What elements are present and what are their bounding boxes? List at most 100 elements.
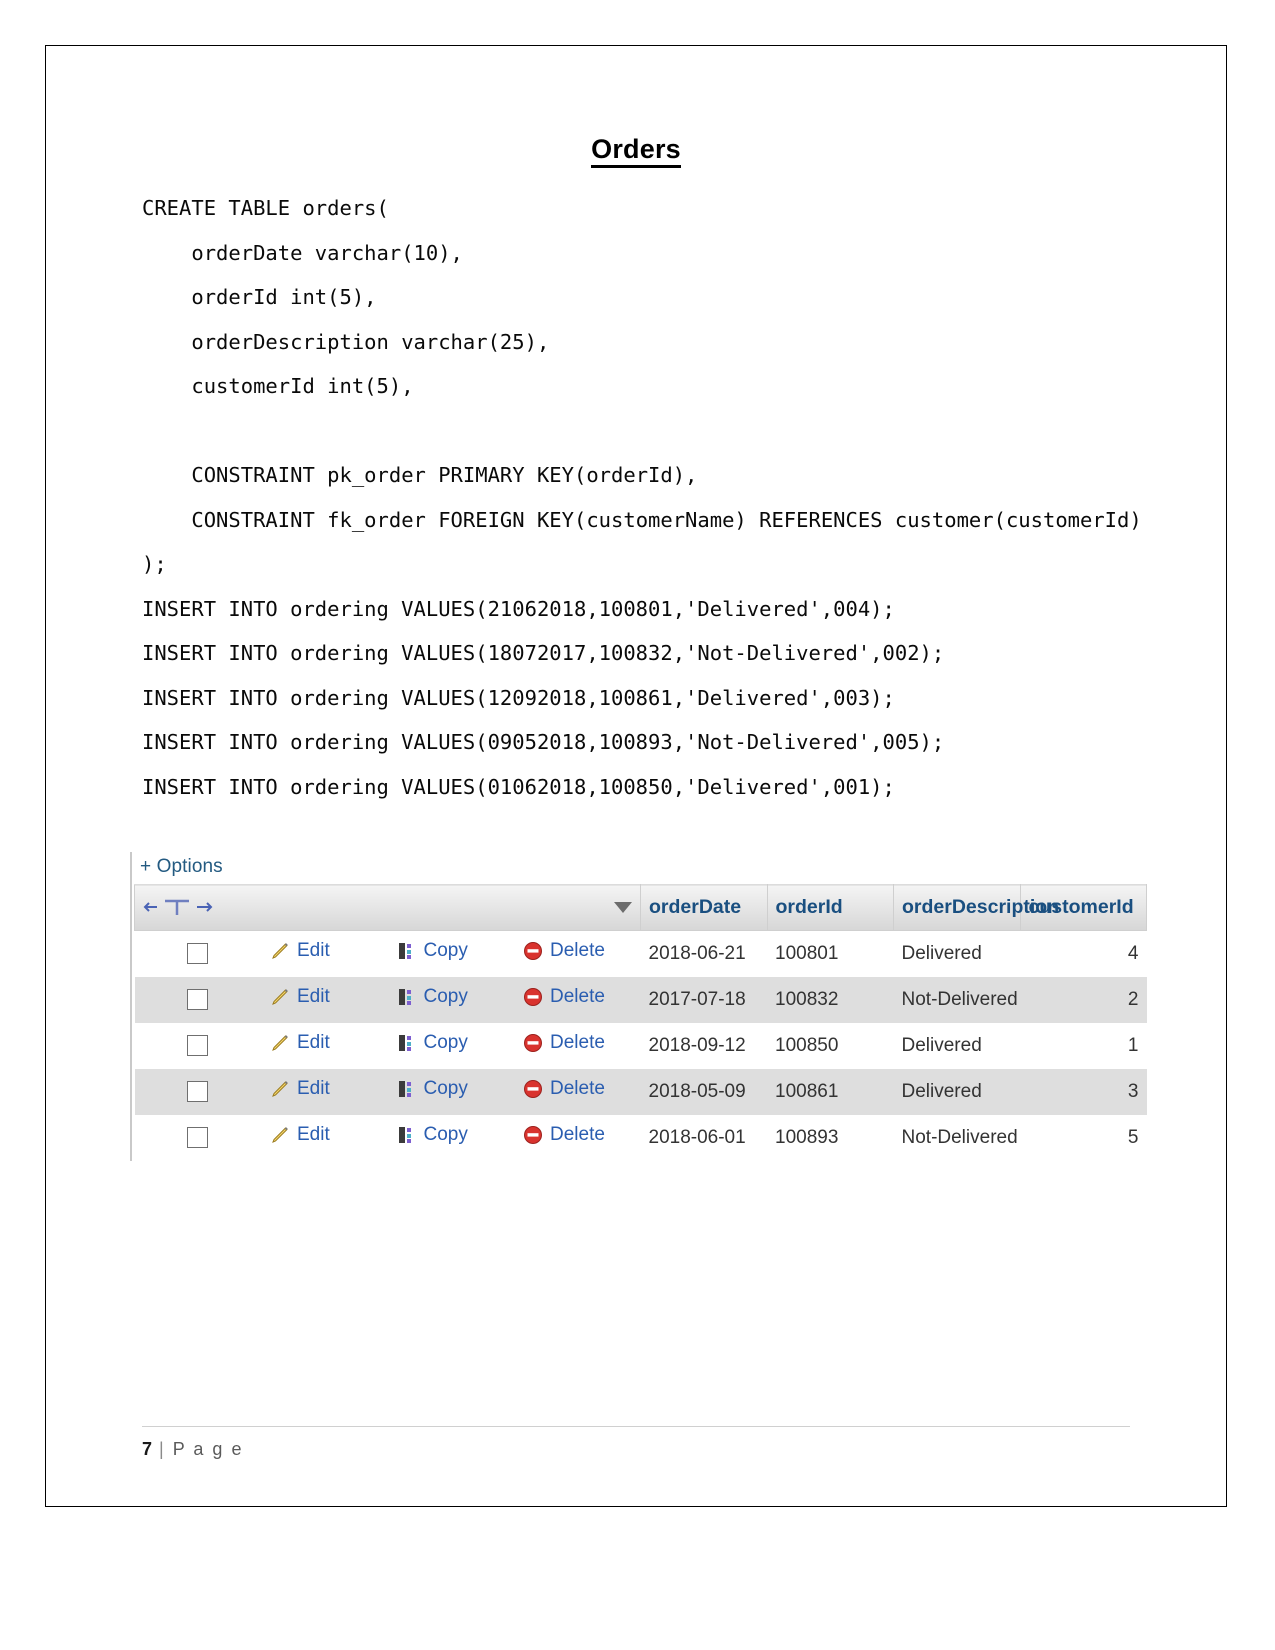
- cell-order-id: 100832: [767, 977, 894, 1023]
- copy-icon: [398, 1081, 411, 1097]
- sql-line: orderDate varchar(10),: [142, 240, 463, 265]
- edit-label: Edit: [297, 1124, 330, 1145]
- row-delete-cell[interactable]: Delete: [514, 1115, 641, 1161]
- sql-line: );: [142, 552, 167, 576]
- edit-link[interactable]: Edit: [269, 1124, 330, 1146]
- cell-order-description: Delivered: [893, 1069, 1020, 1115]
- edit-label: Edit: [297, 1032, 330, 1053]
- delete-link[interactable]: Delete: [522, 940, 605, 962]
- page-footer: 7 | P a g e: [142, 1426, 1130, 1460]
- row-edit-cell[interactable]: Edit: [261, 1115, 388, 1161]
- cell-order-id: 100861: [767, 1069, 894, 1115]
- row-copy-cell[interactable]: Copy: [387, 1069, 514, 1115]
- delete-link[interactable]: Delete: [522, 1078, 605, 1100]
- delete-label: Delete: [550, 986, 605, 1007]
- table-row[interactable]: Edit Copy Delete 2018-09-12 100850 Delivered 1: [134, 1023, 1147, 1069]
- cell-order-id: 100801: [767, 930, 894, 977]
- delete-link[interactable]: Delete: [522, 1032, 605, 1054]
- options-toggle[interactable]: + Options: [132, 852, 1143, 884]
- row-checkbox[interactable]: [187, 989, 209, 1011]
- sql-line: INSERT INTO ordering VALUES(09052018,100…: [142, 730, 945, 754]
- row-select-cell[interactable]: [134, 930, 261, 977]
- column-header-order-id[interactable]: orderId: [766, 884, 894, 931]
- edit-link[interactable]: Edit: [269, 940, 330, 962]
- row-edit-cell[interactable]: Edit: [261, 930, 388, 977]
- copy-label: Copy: [423, 1124, 468, 1145]
- pencil-icon: [272, 989, 288, 1005]
- table-row[interactable]: Edit Copy Delete 2018-06-21 100801 Delivered 4: [134, 930, 1147, 977]
- copy-link[interactable]: Copy: [396, 940, 468, 962]
- phpmyadmin-result-panel: + Options orderDate orderId orderDescrip…: [130, 852, 1147, 1161]
- cell-customer-id: 2: [1020, 977, 1147, 1023]
- row-checkbox[interactable]: [187, 1127, 209, 1149]
- row-select-cell[interactable]: [134, 1115, 261, 1161]
- cell-order-description: Not-Delivered: [893, 977, 1020, 1023]
- sql-line: orderId int(5),: [142, 285, 377, 309]
- results-header-row: orderDate orderId orderDescription custo…: [134, 884, 1147, 931]
- edit-link[interactable]: Edit: [269, 986, 330, 1008]
- pencil-icon: [272, 1081, 288, 1097]
- sql-line: INSERT INTO ordering VALUES(21062018,100…: [142, 596, 895, 621]
- delete-icon: [524, 942, 542, 960]
- sql-line: INSERT INTO ordering VALUES(18072017,100…: [142, 641, 945, 665]
- pencil-icon: [272, 943, 288, 959]
- arrow-t-arrow-icon: [143, 899, 213, 915]
- delete-icon: [524, 988, 542, 1006]
- sql-line: INSERT INTO ordering VALUES(12092018,100…: [142, 685, 895, 710]
- delete-link[interactable]: Delete: [522, 986, 605, 1008]
- row-select-cell[interactable]: [134, 1023, 261, 1069]
- row-copy-cell[interactable]: Copy: [387, 1023, 514, 1069]
- edit-label: Edit: [297, 1078, 330, 1099]
- column-header-order-description[interactable]: orderDescription: [893, 884, 1059, 931]
- footer-page-number: 7: [142, 1439, 153, 1459]
- copy-link[interactable]: Copy: [396, 1032, 468, 1054]
- copy-icon: [398, 1127, 411, 1143]
- copy-link[interactable]: Copy: [396, 1078, 468, 1100]
- table-row[interactable]: Edit Copy Delete 2018-05-09 100861 Delivered 3: [134, 1069, 1147, 1115]
- cell-order-date: 2018-06-21: [640, 930, 767, 977]
- row-delete-cell[interactable]: Delete: [514, 1023, 641, 1069]
- table-row[interactable]: Edit Copy Delete 2018-06-01 100893 Not-Delive…: [134, 1115, 1147, 1161]
- pencil-icon: [272, 1127, 288, 1143]
- cell-order-date: 2017-07-18: [640, 977, 767, 1023]
- table-row[interactable]: Edit Copy Delete 2017-07-18 100832 Not-Delive…: [134, 977, 1147, 1023]
- edit-link[interactable]: Edit: [269, 1032, 330, 1054]
- row-checkbox[interactable]: [187, 1081, 209, 1103]
- row-copy-cell[interactable]: Copy: [387, 977, 514, 1023]
- row-select-cell[interactable]: [134, 977, 261, 1023]
- column-header-customer-id[interactable]: customerId: [1019, 884, 1147, 931]
- row-delete-cell[interactable]: Delete: [514, 977, 641, 1023]
- delete-label: Delete: [550, 1032, 605, 1053]
- delete-icon: [524, 1126, 542, 1144]
- sql-line: CREATE TABLE orders(: [142, 196, 389, 220]
- cell-customer-id: 5: [1020, 1115, 1147, 1161]
- row-copy-cell[interactable]: Copy: [387, 1115, 514, 1161]
- row-checkbox[interactable]: [187, 943, 209, 965]
- header-tools-cell: [134, 884, 641, 931]
- document-page: Orders CREATE TABLE orders( orderDate va…: [45, 45, 1227, 1507]
- row-delete-cell[interactable]: Delete: [514, 1069, 641, 1115]
- sort-tools-icon[interactable]: [143, 897, 215, 917]
- edit-link[interactable]: Edit: [269, 1078, 330, 1100]
- row-edit-cell[interactable]: Edit: [261, 1069, 388, 1115]
- page-title-text: Orders: [591, 134, 681, 168]
- copy-icon: [398, 943, 411, 959]
- row-copy-cell[interactable]: Copy: [387, 930, 514, 977]
- pencil-icon: [272, 1035, 288, 1051]
- delete-label: Delete: [550, 1124, 605, 1145]
- delete-link[interactable]: Delete: [522, 1124, 605, 1146]
- footer-separator: |: [159, 1439, 166, 1459]
- copy-link[interactable]: Copy: [396, 986, 468, 1008]
- copy-link[interactable]: Copy: [396, 1124, 468, 1146]
- row-select-cell[interactable]: [134, 1069, 261, 1115]
- cell-order-date: 2018-05-09: [640, 1069, 767, 1115]
- sql-line: CONSTRAINT pk_order PRIMARY KEY(orderId)…: [142, 463, 698, 487]
- row-delete-cell[interactable]: Delete: [514, 930, 641, 977]
- column-header-order-date[interactable]: orderDate: [640, 884, 768, 931]
- row-edit-cell[interactable]: Edit: [261, 1023, 388, 1069]
- row-checkbox[interactable]: [187, 1035, 209, 1057]
- chevron-down-icon[interactable]: [614, 901, 632, 913]
- row-edit-cell[interactable]: Edit: [261, 977, 388, 1023]
- edit-label: Edit: [297, 986, 330, 1007]
- footer-page-word: P a g e: [172, 1439, 244, 1459]
